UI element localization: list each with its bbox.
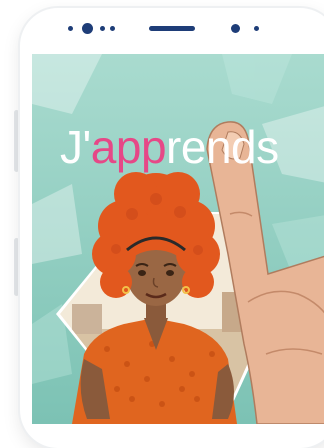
app-title-highlight: app (90, 121, 167, 173)
splash-illustration (32, 54, 324, 424)
app-splash-screen[interactable]: J'apprends (32, 54, 324, 424)
camera-icon (231, 24, 240, 33)
phone-top-bar (20, 8, 320, 50)
sensor-icon (68, 26, 73, 31)
sensor-icon (254, 26, 259, 31)
phone-side-button-upper (14, 110, 19, 172)
camera-icon (82, 23, 93, 34)
phone-side-button-lower (14, 238, 19, 296)
sensor-icon (100, 26, 105, 31)
app-title-suffix: rends (166, 121, 279, 173)
app-title-prefix: J' (60, 121, 91, 173)
speaker-icon (149, 26, 195, 31)
app-title: J'apprends (60, 124, 279, 170)
sensor-icon (110, 26, 115, 31)
